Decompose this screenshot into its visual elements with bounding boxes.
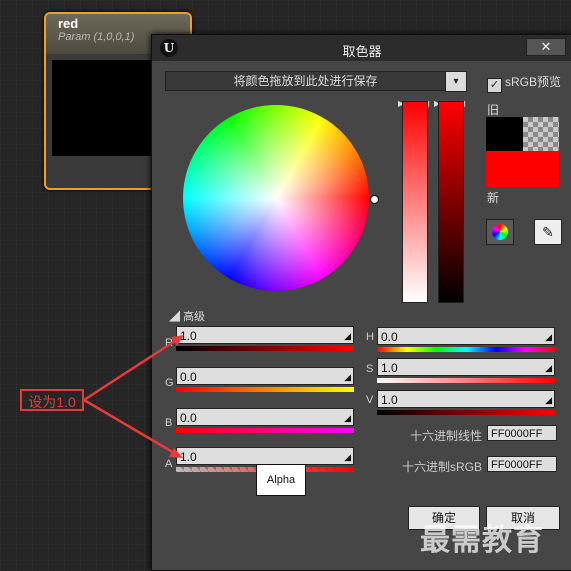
- arrowhead-icon: [171, 335, 184, 346]
- arrowhead-icon: [169, 448, 183, 458]
- annotation-arrow-r: [83, 337, 179, 402]
- annotation-arrows: [83, 335, 184, 458]
- annotation-arrow-a: [83, 398, 177, 456]
